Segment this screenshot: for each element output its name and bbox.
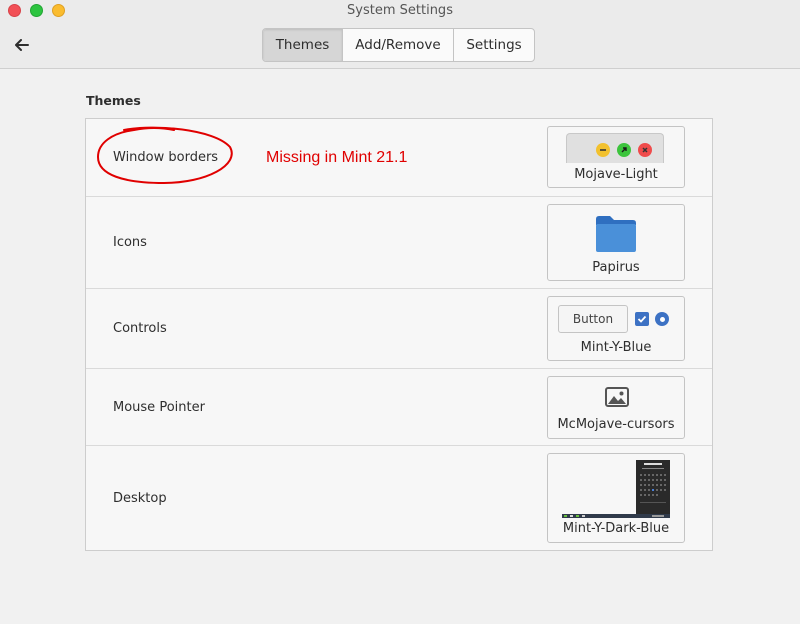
- row-label-desktop: Desktop: [113, 491, 167, 506]
- preview-button: Button: [558, 305, 628, 333]
- window-title: System Settings: [347, 3, 453, 18]
- row-label-controls: Controls: [113, 321, 167, 336]
- row-label-mouse-pointer: Mouse Pointer: [113, 400, 205, 415]
- title-bar: System Settings: [0, 0, 800, 22]
- desktop-chooser[interactable]: Mint-Y-Dark-Blue: [547, 453, 685, 543]
- mouse-pointer-value: McMojave-cursors: [557, 417, 675, 432]
- arrow-left-icon: [15, 39, 29, 51]
- desktop-preview: [562, 460, 670, 518]
- controls-chooser[interactable]: Button Mint-Y-Blue: [547, 296, 685, 361]
- tab-settings[interactable]: Settings: [454, 29, 534, 61]
- window-borders-preview: [566, 133, 664, 163]
- window-borders-value: Mojave-Light: [574, 167, 658, 182]
- window-borders-chooser[interactable]: Mojave-Light: [547, 126, 685, 188]
- row-controls: Controls Button Mint-Y-Blue: [86, 289, 712, 369]
- row-mouse-pointer: Mouse Pointer McMojave-cursors: [86, 369, 712, 446]
- row-icons: Icons Papirus: [86, 197, 712, 289]
- minimize-icon: [596, 143, 610, 157]
- desktop-value: Mint-Y-Dark-Blue: [562, 521, 670, 536]
- folder-icon: [596, 216, 636, 252]
- icons-chooser[interactable]: Papirus: [547, 204, 685, 281]
- row-desktop: Desktop Mint-Y-Dark-Blue: [86, 446, 712, 550]
- row-label-icons: Icons: [113, 235, 147, 250]
- preview-radio: [655, 312, 669, 326]
- preview-checkbox: [635, 312, 649, 326]
- image-placeholder-icon: [605, 387, 629, 407]
- row-label-window-borders: Window borders: [113, 150, 219, 165]
- header-bar: Themes Add/Remove Settings: [0, 22, 800, 69]
- check-icon: [637, 315, 647, 323]
- controls-value: Mint-Y-Blue: [580, 340, 652, 355]
- section-title: Themes: [86, 93, 141, 108]
- icons-value: Papirus: [592, 260, 640, 275]
- tab-themes[interactable]: Themes: [263, 29, 343, 61]
- row-window-borders: Window borders Missing in Mint 21.1 Moja…: [86, 119, 712, 197]
- tab-add-remove[interactable]: Add/Remove: [343, 29, 454, 61]
- annotation-text: Missing in Mint 21.1: [266, 149, 408, 166]
- mouse-pointer-chooser[interactable]: McMojave-cursors: [547, 376, 685, 439]
- maximize-icon: [617, 143, 631, 157]
- tab-bar: Themes Add/Remove Settings: [262, 28, 535, 62]
- themes-panel: Window borders Missing in Mint 21.1 Moja…: [85, 118, 713, 551]
- back-button[interactable]: [10, 34, 34, 56]
- close-icon: [638, 143, 652, 157]
